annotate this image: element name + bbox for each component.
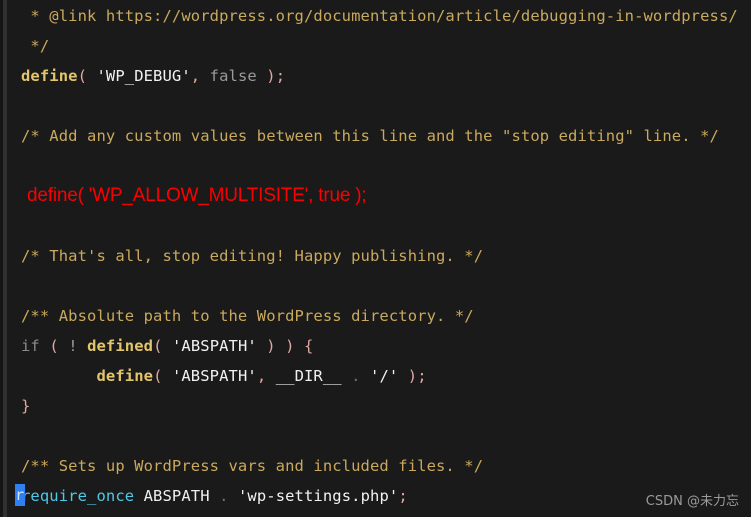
code-comment: /** Absolute path to the WordPress direc… [21, 307, 474, 325]
code-token: ( [153, 367, 163, 385]
code-token: . [351, 367, 361, 385]
code-line[interactable]: /** Absolute path to the WordPress direc… [21, 301, 474, 331]
code-line[interactable]: /* That's all, stop editing! Happy publi… [21, 241, 483, 271]
code-editor-viewport: * @link https://wordpress.org/documentat… [0, 0, 751, 517]
code-token: require_once [21, 487, 135, 505]
code-comment: /* That's all, stop editing! Happy publi… [21, 247, 484, 265]
code-token: ( [77, 67, 88, 85]
code-token: ) [285, 337, 295, 355]
code-token: . [219, 487, 229, 505]
code-line[interactable]: * @link https://wordpress.org/documentat… [21, 1, 738, 31]
code-token: 'ABSPATH' [171, 367, 257, 385]
csdn-watermark: CSDN @未力忘 [645, 494, 739, 509]
code-token: define [21, 67, 78, 85]
code-line[interactable]: /* Add any custom values between this li… [21, 121, 719, 151]
code-comment: * @link https://wordpress.org/documentat… [21, 7, 738, 25]
code-token: '/' [370, 367, 399, 385]
code-token: , [190, 67, 201, 85]
code-token: if [21, 337, 40, 355]
code-token: ( [153, 337, 163, 355]
code-token: 'wp-settings.php' [237, 487, 399, 505]
code-token: ; [275, 67, 286, 85]
code-line[interactable]: /** Sets up WordPress vars and included … [21, 451, 483, 481]
code-token: ! [68, 337, 78, 355]
cursor-character: r [15, 486, 25, 504]
code-token: ; [398, 487, 408, 505]
code-token: false [209, 67, 257, 85]
code-comment: /* Add any custom values between this li… [21, 127, 719, 145]
code-token: } [21, 397, 31, 415]
code-token: 'WP_DEBUG' [96, 67, 191, 85]
code-line[interactable]: if ( ! defined( 'ABSPATH' ) ) { [21, 331, 313, 361]
code-token: ; [417, 367, 427, 385]
code-token: ) [266, 337, 276, 355]
code-comment: /** Sets up WordPress vars and included … [21, 457, 484, 475]
code-token: ( [49, 337, 59, 355]
code-line[interactable]: define( 'WP_DEBUG', false ); [21, 61, 285, 91]
code-line[interactable]: } [21, 391, 30, 421]
code-token: 'ABSPATH' [171, 337, 257, 355]
code-blank-line: define( 'WP_ALLOW_MULTISITE', true ); [27, 185, 367, 206]
code-token: , [256, 367, 267, 385]
code-token: ) [266, 67, 276, 85]
code-token: __DIR__ [275, 367, 342, 385]
code-line[interactable]: define( 'ABSPATH', __DIR__ . '/' ); [21, 361, 427, 391]
code-token: { [304, 337, 314, 355]
code-token: defined [87, 337, 154, 355]
code-text-area[interactable]: * @link https://wordpress.org/documentat… [7, 0, 751, 517]
code-token: define [96, 367, 154, 385]
code-token: ) [407, 367, 418, 385]
code-line[interactable]: */ [21, 31, 49, 61]
code-line[interactable]: require_once ABSPATH . 'wp-settings.php'… [21, 481, 408, 511]
code-line[interactable]: define( 'WP_ALLOW_MULTISITE', true ); [27, 181, 367, 211]
code-comment: */ [21, 37, 50, 55]
code-token: ABSPATH [143, 487, 210, 505]
